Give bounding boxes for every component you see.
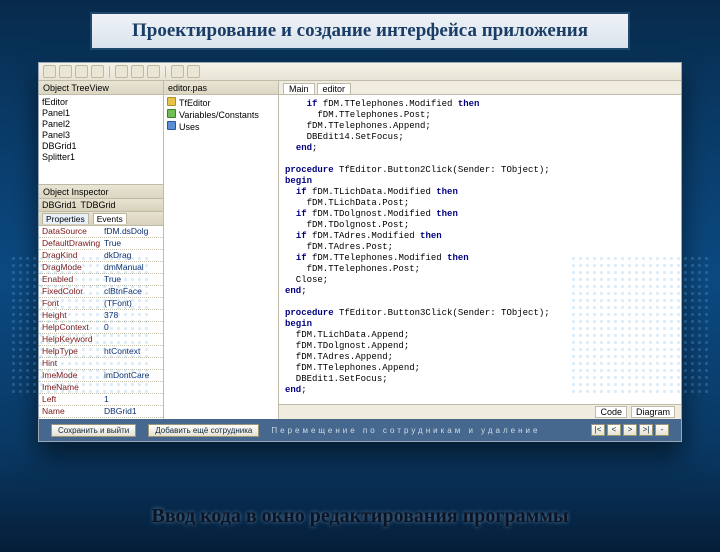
ide-toolbar — [39, 63, 681, 81]
class-icon — [167, 97, 176, 106]
file-tab-label: editor.pas — [168, 83, 207, 93]
tree-node[interactable]: Panel2 — [42, 119, 160, 130]
view-tab-code[interactable]: Code — [595, 406, 627, 418]
code-footer: Code Diagram — [279, 404, 681, 419]
toolbar-button[interactable] — [91, 65, 104, 78]
tree-node[interactable]: Panel3 — [42, 130, 160, 141]
prop-row: DataSourcefDM.dsDolg — [39, 226, 163, 238]
prop-row: DefaultDrawingTrue — [39, 238, 163, 250]
project-manager-column: editor.pas TfEditor Variables/Constants … — [164, 81, 279, 419]
toolbar-button[interactable] — [115, 65, 128, 78]
tree-node[interactable]: Uses — [167, 121, 275, 133]
tab-properties[interactable]: Properties — [42, 213, 89, 224]
tree-node[interactable]: Splitter1 — [42, 152, 160, 163]
toolbar-button[interactable] — [75, 65, 88, 78]
tree-node[interactable]: Variables/Constants — [167, 109, 275, 121]
toolbar-sep — [165, 66, 166, 78]
tree-root[interactable]: fEditor — [42, 97, 160, 108]
toolbar-button[interactable] — [171, 65, 184, 78]
toolbar-button[interactable] — [131, 65, 144, 78]
inspector-obj-name: DBGrid1 — [42, 200, 77, 210]
tree-node[interactable]: DBGrid1 — [42, 141, 160, 152]
prop-row: NameDBGrid1 — [39, 406, 163, 418]
add-employee-button[interactable]: Добавить ещё сотрудника — [148, 424, 259, 437]
object-tree[interactable]: fEditor Panel1 Panel2 Panel3 DBGrid1 Spl… — [39, 95, 163, 185]
db-navigator: |< < > >| - — [591, 424, 669, 436]
prop-row: Left1 — [39, 394, 163, 406]
toolbar-button[interactable] — [187, 65, 200, 78]
code-tab-main[interactable]: Main — [283, 83, 315, 94]
code-tab-editor[interactable]: editor — [317, 83, 352, 94]
view-tab-diagram[interactable]: Diagram — [631, 406, 675, 418]
code-tabs: Main editor — [279, 81, 681, 95]
inspector-title: Object Inspector — [39, 185, 163, 199]
nav-last-button[interactable]: >| — [639, 424, 653, 436]
toolbar-button[interactable] — [43, 65, 56, 78]
toolbar-sep — [109, 66, 110, 78]
tree-node[interactable]: TfEditor — [167, 97, 275, 109]
nav-first-button[interactable]: |< — [591, 424, 605, 436]
nav-note: Перемещение по сотрудникам и удаление — [271, 426, 579, 435]
object-tree-title: Object TreeView — [39, 81, 163, 95]
nav-prior-button[interactable]: < — [607, 424, 621, 436]
tree-node[interactable]: Panel1 — [42, 108, 160, 119]
bg-decoration-left — [10, 255, 150, 395]
form-designer-strip: Сохранить и выйти Добавить ещё сотрудник… — [39, 419, 681, 441]
inspector-tabs: Properties Events — [39, 212, 163, 226]
code-explorer-tree[interactable]: TfEditor Variables/Constants Uses — [164, 95, 278, 419]
inspector-combo[interactable]: DBGrid1 TDBGrid — [39, 199, 163, 212]
slide-title: Проектирование и создание интерфейса при… — [90, 12, 630, 50]
tab-events[interactable]: Events — [93, 213, 127, 224]
toolbar-button[interactable] — [147, 65, 160, 78]
uses-icon — [167, 121, 176, 130]
vars-icon — [167, 109, 176, 118]
nav-delete-button[interactable]: - — [655, 424, 669, 436]
file-tab[interactable]: editor.pas — [164, 81, 278, 95]
save-and-exit-button[interactable]: Сохранить и выйти — [51, 424, 136, 437]
inspector-obj-class: TDBGrid — [81, 200, 116, 210]
bg-decoration-right — [570, 255, 710, 395]
nav-next-button[interactable]: > — [623, 424, 637, 436]
toolbar-button[interactable] — [59, 65, 72, 78]
slide-caption: Ввод кода в окно редактирования программ… — [0, 505, 720, 528]
